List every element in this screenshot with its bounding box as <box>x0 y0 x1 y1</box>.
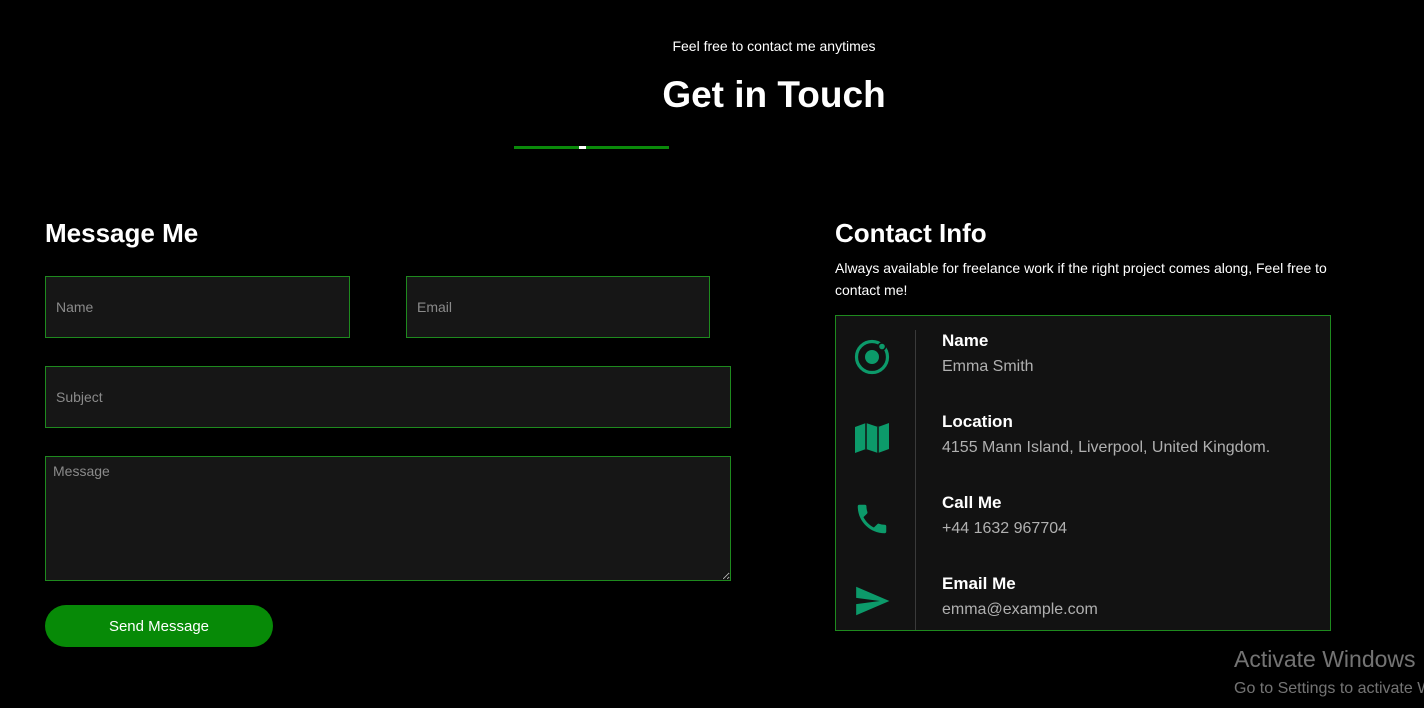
underline-marker <box>579 146 586 149</box>
title-underline <box>514 146 669 149</box>
contact-info-title: Contact Info <box>835 218 987 248</box>
contact-page: Feel free to contact me anytimes Get in … <box>0 0 1424 708</box>
activate-windows-title: Activate Windows <box>1234 646 1416 672</box>
phone-icon <box>853 500 891 538</box>
name-input[interactable] <box>45 276 350 338</box>
info-label: Location <box>942 412 1013 431</box>
info-label: Call Me <box>942 493 1002 512</box>
section-tagline: Feel free to contact me anytimes <box>672 38 876 54</box>
info-label: Email Me <box>942 574 1016 593</box>
send-message-button[interactable]: Send Message <box>45 605 273 647</box>
info-value: 4155 Mann Island, Liverpool, United King… <box>942 439 1271 456</box>
message-form-title: Message Me <box>45 218 199 248</box>
map-icon <box>853 419 891 457</box>
info-label: Name <box>942 331 989 350</box>
info-value: +44 1632 967704 <box>942 520 1068 537</box>
send-icon <box>853 582 891 620</box>
email-input[interactable] <box>406 276 710 338</box>
ionic-icon <box>853 338 891 376</box>
info-item-name: Name Emma Smith <box>836 331 1330 391</box>
activate-windows-subtitle: Go to Settings to activate Windows. <box>1234 680 1424 697</box>
info-value: Emma Smith <box>942 358 1034 375</box>
info-item-email: Email Me emma@example.com <box>836 574 1330 634</box>
contact-info-description: Always available for freelance work if t… <box>835 260 1327 298</box>
subject-input[interactable] <box>45 366 731 428</box>
page-title: Get in Touch <box>662 74 886 115</box>
info-item-phone: Call Me +44 1632 967704 <box>836 493 1330 553</box>
message-textarea[interactable] <box>45 456 731 581</box>
info-value: emma@example.com <box>942 601 1098 618</box>
contact-info-card: Name Emma Smith Location 4155 Mann Islan… <box>835 315 1331 631</box>
info-item-location: Location 4155 Mann Island, Liverpool, Un… <box>836 412 1330 472</box>
